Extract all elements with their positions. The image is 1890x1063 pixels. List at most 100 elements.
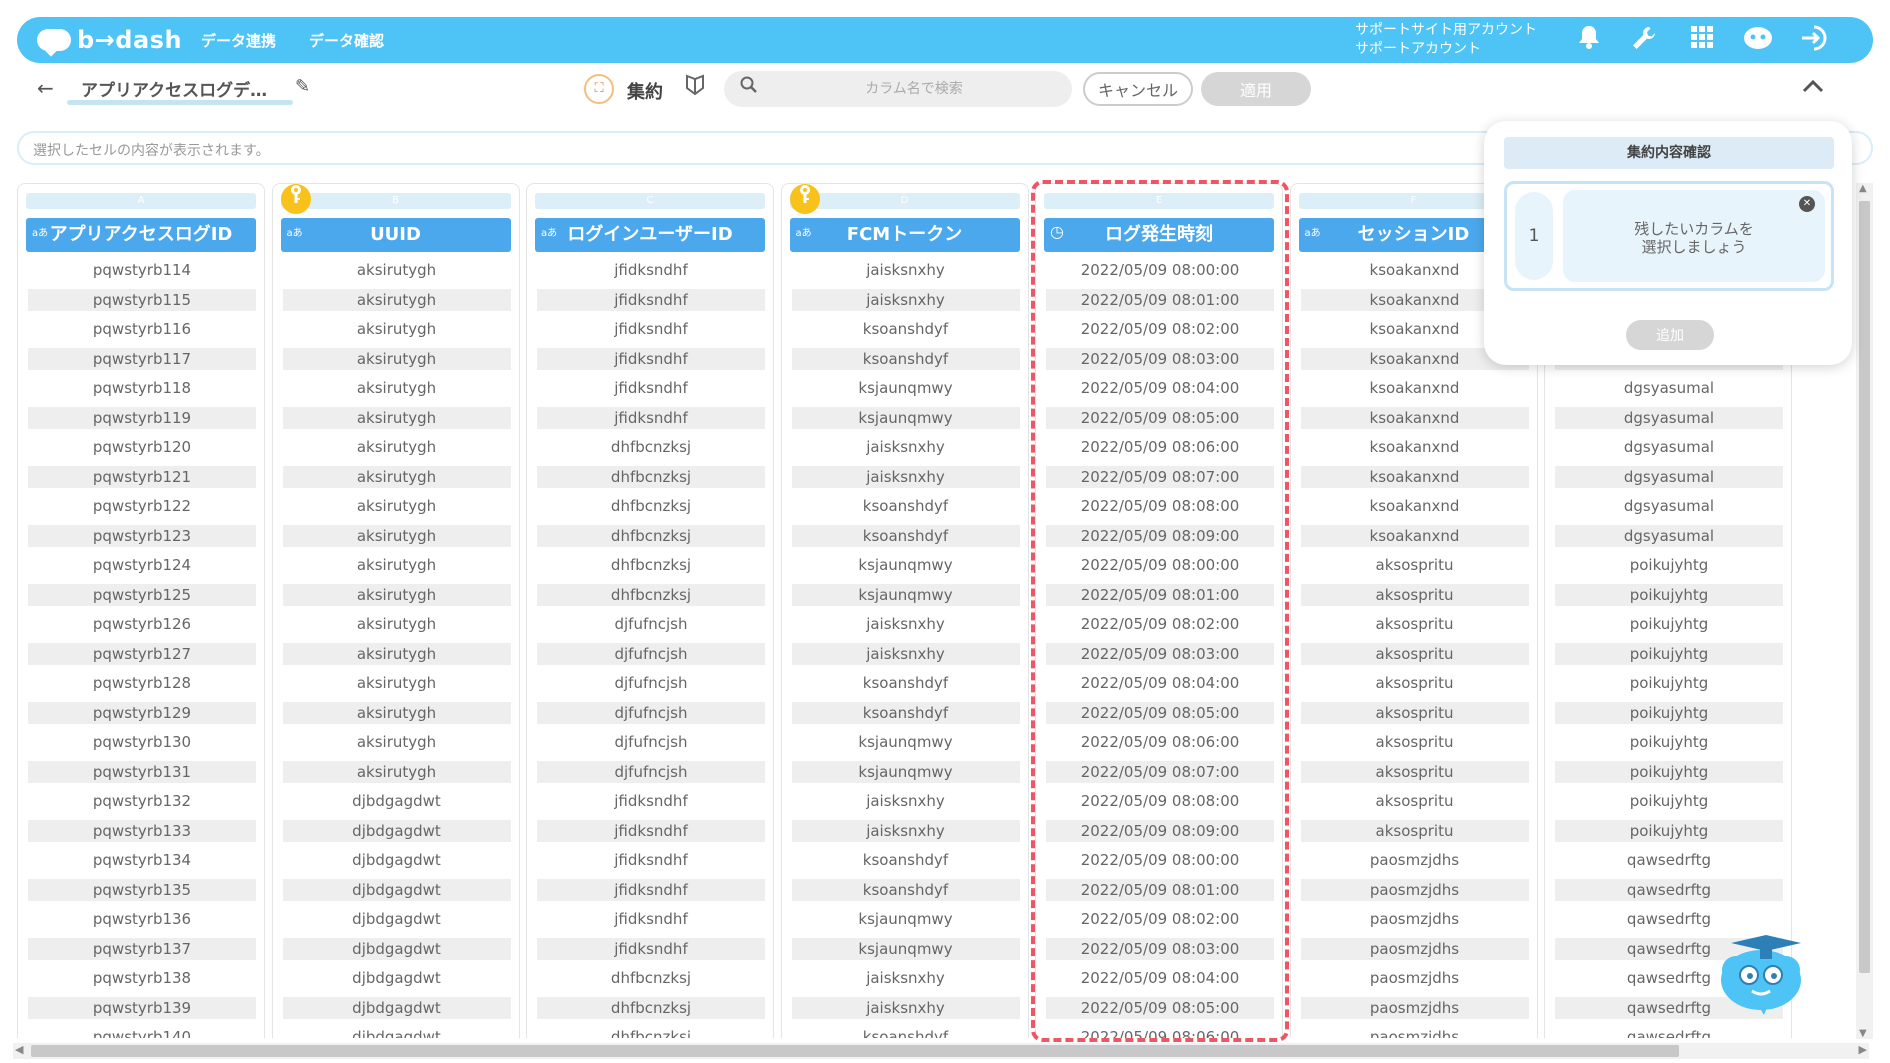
table-cell[interactable]: aksospritu xyxy=(1301,672,1529,694)
table-cell[interactable]: djfufncjsh xyxy=(537,731,765,753)
table-cell[interactable]: 2022/05/09 08:01:00 xyxy=(1046,583,1274,606)
table-cell[interactable]: pqwstyrb121 xyxy=(28,465,256,488)
account-info[interactable]: サポートサイト用アカウント サポートアカウント xyxy=(1355,21,1537,59)
table-cell[interactable]: pqwstyrb131 xyxy=(28,760,256,783)
pencil-icon[interactable]: ✎ xyxy=(295,76,310,97)
table-cell[interactable]: dgsyasumal xyxy=(1555,406,1783,429)
table-cell[interactable]: pqwstyrb126 xyxy=(28,613,256,635)
table-cell[interactable]: jaisksnxhy xyxy=(791,996,1020,1019)
table-cell[interactable]: paosmzjdhs xyxy=(1301,1026,1529,1038)
table-cell[interactable]: ksoanshdyf xyxy=(791,524,1020,547)
scroll-right-icon[interactable]: ▶ xyxy=(1859,1043,1867,1056)
mascot-helper-icon[interactable] xyxy=(1716,925,1811,1017)
table-cell[interactable]: djfufncjsh xyxy=(537,760,765,783)
table-cell[interactable]: poikujyhtg xyxy=(1555,819,1783,842)
table-cell[interactable]: djbdgagdwt xyxy=(282,878,511,901)
table-cell[interactable]: poikujyhtg xyxy=(1555,642,1783,665)
table-cell[interactable]: aksirutygh xyxy=(282,583,511,606)
column-letter[interactable]: B xyxy=(280,193,511,209)
column-header[interactable]: aあ アプリアクセスログID xyxy=(26,218,256,252)
table-cell[interactable]: dgsyasumal xyxy=(1555,495,1783,517)
table-cell[interactable]: aksospritu xyxy=(1300,819,1529,842)
cancel-button[interactable]: キャンセル xyxy=(1083,72,1193,106)
table-cell[interactable]: pqwstyrb130 xyxy=(28,731,256,753)
table-cell[interactable]: aksirutygh xyxy=(282,465,511,488)
table-cell[interactable]: ksjaunqmwy xyxy=(791,406,1020,429)
scroll-left-icon[interactable]: ◀ xyxy=(15,1043,23,1056)
table-cell[interactable]: ksjaunqmwy xyxy=(791,760,1020,783)
table-cell[interactable]: jfidksndhf xyxy=(537,908,765,930)
slot-drop-area[interactable]: 残したいカラムを 選択しましょう xyxy=(1563,190,1825,282)
table-cell[interactable]: aksospritu xyxy=(1300,760,1529,783)
table-cell[interactable]: ksoakanxnd xyxy=(1300,524,1529,547)
table-cell[interactable]: paosmzjdhs xyxy=(1301,849,1529,871)
table-cell[interactable]: jaisksnxhy xyxy=(791,465,1020,488)
table-cell[interactable]: jaisksnxhy xyxy=(792,436,1020,458)
bdash-logo[interactable]: b→dash xyxy=(35,25,182,55)
table-cell[interactable]: djbdgagdwt xyxy=(282,996,511,1019)
table-cell[interactable]: jaisksnxhy xyxy=(791,819,1020,842)
table-cell[interactable]: ksoanshdyf xyxy=(791,701,1020,724)
table-cell[interactable]: 2022/05/09 08:02:00 xyxy=(1046,908,1274,930)
aggregation-slot[interactable]: 1 残したいカラムを 選択しましょう ✕ xyxy=(1504,181,1834,291)
wrench-icon[interactable] xyxy=(1629,25,1659,55)
table-cell[interactable]: jfidksndhf xyxy=(537,318,765,340)
table-cell[interactable]: pqwstyrb124 xyxy=(28,554,256,576)
table-cell[interactable]: ksoakanxnd xyxy=(1301,377,1529,399)
table-cell[interactable]: ksjaunqmwy xyxy=(792,554,1020,576)
table-cell[interactable]: pqwstyrb139 xyxy=(28,996,256,1019)
table-cell[interactable]: 2022/05/09 08:01:00 xyxy=(1046,878,1274,901)
apply-button[interactable]: 適用 xyxy=(1201,72,1311,106)
table-cell[interactable]: aksirutygh xyxy=(282,288,511,311)
table-cell[interactable]: ksoanshdyf xyxy=(792,495,1020,517)
table-cell[interactable]: pqwstyrb122 xyxy=(28,495,256,517)
table-cell[interactable]: jaisksnxhy xyxy=(792,259,1020,281)
column-letter[interactable]: D xyxy=(789,193,1020,209)
table-cell[interactable]: 2022/05/09 08:06:00 xyxy=(1046,436,1274,458)
table-cell[interactable]: aksirutygh xyxy=(283,436,511,458)
table-cell[interactable]: pqwstyrb140 xyxy=(28,1026,256,1038)
table-cell[interactable]: pqwstyrb125 xyxy=(28,583,256,606)
column-header[interactable]: aあ ログインユーザーID xyxy=(535,218,765,252)
table-cell[interactable]: 2022/05/09 08:06:00 xyxy=(1046,1026,1274,1038)
table-cell[interactable]: dhfbcnzksj xyxy=(537,996,765,1019)
table-cell[interactable]: qawsedrftg xyxy=(1555,1026,1783,1038)
table-cell[interactable]: paosmzjdhs xyxy=(1300,878,1529,901)
table-cell[interactable]: pqwstyrb129 xyxy=(28,701,256,724)
table-cell[interactable]: aksirutygh xyxy=(283,318,511,340)
table-cell[interactable]: djbdgagdwt xyxy=(282,819,511,842)
table-cell[interactable]: pqwstyrb135 xyxy=(28,878,256,901)
aggregate-label[interactable]: 集約 xyxy=(627,78,663,104)
table-cell[interactable]: 2022/05/09 08:06:00 xyxy=(1046,731,1274,753)
table-cell[interactable]: aksospritu xyxy=(1301,554,1529,576)
table-cell[interactable]: jfidksndhf xyxy=(537,259,765,281)
table-cell[interactable]: djbdgagdwt xyxy=(283,790,511,812)
table-cell[interactable]: djbdgagdwt xyxy=(283,967,511,989)
table-cell[interactable]: pqwstyrb115 xyxy=(28,288,256,311)
table-cell[interactable]: 2022/05/09 08:04:00 xyxy=(1046,377,1274,399)
table-cell[interactable]: 2022/05/09 08:09:00 xyxy=(1046,819,1274,842)
table-cell[interactable]: dhfbcnzksj xyxy=(537,465,765,488)
table-cell[interactable]: dgsyasumal xyxy=(1555,524,1783,547)
table-cell[interactable]: pqwstyrb117 xyxy=(28,347,256,370)
table-cell[interactable]: jaisksnxhy xyxy=(792,967,1020,989)
table-cell[interactable]: jfidksndhf xyxy=(537,790,765,812)
table-cell[interactable]: ksoakanxnd xyxy=(1300,406,1529,429)
table-cell[interactable]: djbdgagdwt xyxy=(283,908,511,930)
table-cell[interactable]: aksirutygh xyxy=(283,731,511,753)
column-letter[interactable]: A xyxy=(26,193,256,209)
table-cell[interactable]: poikujyhtg xyxy=(1555,672,1783,694)
table-cell[interactable]: aksospritu xyxy=(1300,583,1529,606)
table-cell[interactable]: 2022/05/09 08:08:00 xyxy=(1046,495,1274,517)
table-cell[interactable]: poikujyhtg xyxy=(1555,701,1783,724)
close-icon[interactable]: ✕ xyxy=(1799,196,1815,212)
column-header[interactable]: ◷ ログ発生時刻 xyxy=(1044,218,1274,252)
table-cell[interactable]: aksospritu xyxy=(1301,731,1529,753)
column-search-input[interactable] xyxy=(769,71,1059,107)
table-cell[interactable]: aksirutygh xyxy=(283,495,511,517)
table-cell[interactable]: aksospritu xyxy=(1300,701,1529,724)
column-letter[interactable]: C xyxy=(535,193,765,209)
table-cell[interactable]: 2022/05/09 08:00:00 xyxy=(1046,259,1274,281)
table-cell[interactable]: aksirutygh xyxy=(283,672,511,694)
column-letter[interactable]: E xyxy=(1044,193,1274,209)
